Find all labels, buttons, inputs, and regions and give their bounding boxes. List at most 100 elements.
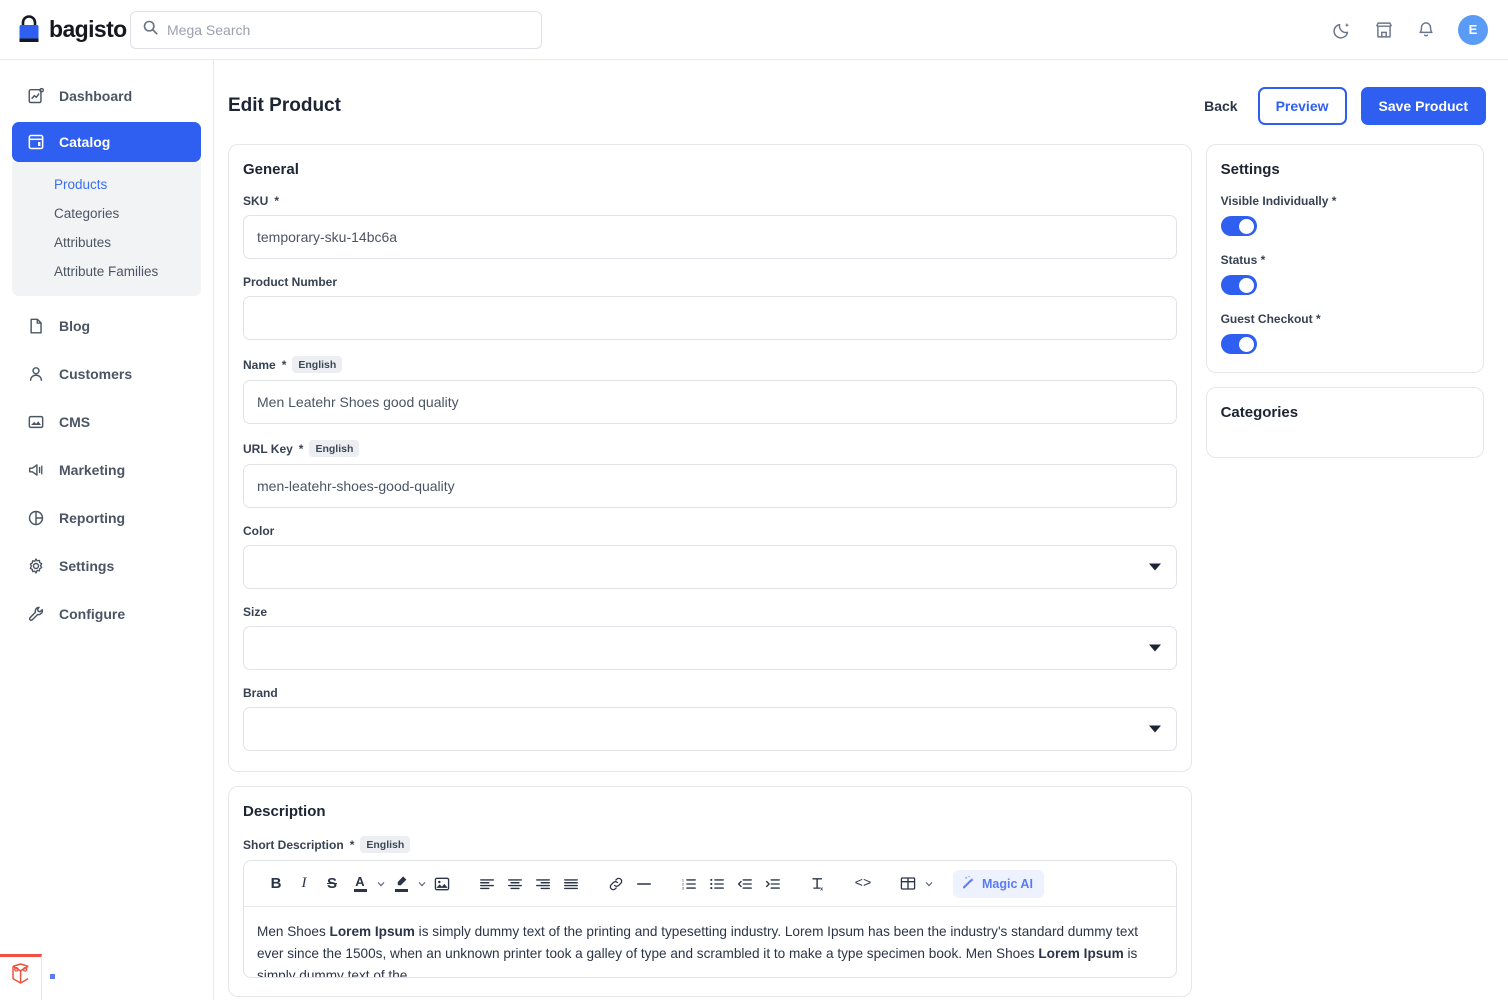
sidebar: Dashboard Catalog Products Categories At… xyxy=(0,60,214,1000)
field-label: SKU * xyxy=(243,194,1177,208)
bell-icon[interactable] xyxy=(1416,20,1436,40)
italic-icon[interactable]: I xyxy=(290,870,318,898)
blog-icon xyxy=(26,317,45,336)
locale-chip: English xyxy=(309,440,360,457)
label-text: SKU xyxy=(243,194,269,208)
url-key-input[interactable] xyxy=(243,464,1177,508)
sidebar-item-products[interactable]: Products xyxy=(12,170,201,199)
preview-button[interactable]: Preview xyxy=(1257,87,1347,125)
catalog-submenu: Products Categories Attributes Attribute… xyxy=(12,162,201,296)
sidebar-item-categories[interactable]: Categories xyxy=(12,199,201,228)
sidebar-item-catalog[interactable]: Catalog xyxy=(12,122,201,162)
field-label: Color xyxy=(243,524,1177,538)
highlight-chevron-down-icon[interactable] xyxy=(415,881,428,887)
sidebar-item-attributes[interactable]: Attributes xyxy=(12,228,201,257)
required-asterisk: * xyxy=(1315,312,1321,326)
strikethrough-icon[interactable]: S xyxy=(318,870,346,898)
toggle-knob xyxy=(1239,218,1255,234)
brand-logo-group[interactable]: bagisto xyxy=(0,14,127,45)
align-right-icon[interactable] xyxy=(529,870,557,898)
name-input[interactable] xyxy=(243,380,1177,424)
code-view-icon[interactable]: <> xyxy=(849,870,877,898)
save-product-button[interactable]: Save Product xyxy=(1360,87,1486,125)
sidebar-item-reporting[interactable]: Reporting xyxy=(12,498,201,538)
highlight-color-icon[interactable] xyxy=(387,870,415,898)
status-toggle[interactable] xyxy=(1220,275,1257,295)
setting-status: Status * xyxy=(1220,253,1469,295)
page-header-actions: Back Preview Save Product xyxy=(1198,87,1486,125)
search-input[interactable] xyxy=(167,21,529,38)
bullet-list-icon[interactable] xyxy=(703,870,731,898)
toggle-knob xyxy=(1239,336,1255,352)
sidebar-item-cms[interactable]: CMS xyxy=(12,402,201,442)
short-description-content[interactable]: Men Shoes Lorem Ipsum is simply dummy te… xyxy=(244,907,1176,977)
insert-table-icon[interactable] xyxy=(894,870,922,898)
top-header: bagisto E xyxy=(0,0,1508,60)
laravel-debugbar[interactable] xyxy=(0,954,42,1000)
sidebar-item-customers[interactable]: Customers xyxy=(12,354,201,394)
guest-checkout-toggle[interactable] xyxy=(1220,334,1257,354)
insert-image-icon[interactable] xyxy=(428,870,456,898)
search-icon xyxy=(143,20,158,40)
label-text: Short Description xyxy=(243,837,344,852)
label-text: Color xyxy=(243,524,275,538)
left-column: General SKU * Product Number xyxy=(228,144,1192,1000)
horizontal-rule-icon[interactable] xyxy=(630,870,658,898)
brand-select-wrap xyxy=(243,707,1177,751)
sidebar-item-label: Catalog xyxy=(59,134,111,150)
moon-icon[interactable] xyxy=(1332,20,1352,40)
align-center-icon[interactable] xyxy=(501,870,529,898)
magic-ai-button[interactable]: Magic AI xyxy=(953,869,1044,898)
label-text: Name xyxy=(243,357,276,372)
sidebar-item-label: Reporting xyxy=(59,510,126,526)
color-select-wrap xyxy=(243,545,1177,589)
sidebar-item-attribute-families[interactable]: Attribute Families xyxy=(12,257,201,286)
store-icon[interactable] xyxy=(1374,20,1394,40)
sidebar-item-configure[interactable]: Configure xyxy=(12,594,201,634)
general-card-title: General xyxy=(243,161,299,178)
insert-link-icon[interactable] xyxy=(602,870,630,898)
required-asterisk: * xyxy=(1331,194,1337,208)
back-button[interactable]: Back xyxy=(1198,90,1243,122)
bold-icon[interactable]: B xyxy=(262,870,290,898)
description-card: Description Short Description * English … xyxy=(228,786,1192,997)
align-left-icon[interactable] xyxy=(473,870,501,898)
product-number-input[interactable] xyxy=(243,296,1177,340)
settings-gear-icon xyxy=(26,557,45,576)
field-label: URL Key * English xyxy=(243,440,1177,457)
indent-icon[interactable] xyxy=(759,870,787,898)
sidebar-item-label: Configure xyxy=(59,606,126,622)
field-color: Color xyxy=(243,524,1177,589)
color-select[interactable] xyxy=(243,545,1177,589)
sidebar-item-dashboard[interactable]: Dashboard xyxy=(12,76,201,116)
ordered-list-icon[interactable]: 1 2 3 xyxy=(675,870,703,898)
clear-format-icon[interactable]: x xyxy=(804,870,832,898)
brand-name: bagisto xyxy=(49,16,127,42)
sku-input[interactable] xyxy=(243,215,1177,259)
setting-label: Visible Individually * xyxy=(1221,194,1469,208)
required-asterisk: * xyxy=(349,837,355,852)
outdent-icon[interactable] xyxy=(731,870,759,898)
align-justify-icon[interactable] xyxy=(557,870,585,898)
visible-individually-toggle[interactable] xyxy=(1220,216,1257,236)
marketing-icon xyxy=(26,461,45,480)
desc-text-4: Lorem Ipsum xyxy=(1038,946,1124,962)
table-chevron-down-icon[interactable] xyxy=(922,881,935,887)
setting-guest-checkout: Guest Checkout * xyxy=(1220,312,1469,354)
header-actions: E xyxy=(1332,14,1508,45)
label-text: Brand xyxy=(243,686,278,700)
sidebar-item-marketing[interactable]: Marketing xyxy=(12,450,201,490)
sidebar-item-blog[interactable]: Blog xyxy=(12,306,201,346)
required-asterisk: * xyxy=(298,441,304,456)
size-select[interactable] xyxy=(243,626,1177,670)
text-color-chevron-down-icon[interactable] xyxy=(374,881,387,887)
mega-search-box[interactable] xyxy=(130,10,542,49)
dashboard-icon xyxy=(26,87,45,106)
text-color-icon[interactable]: A xyxy=(346,870,374,898)
brand-select[interactable] xyxy=(243,707,1177,751)
configure-wrench-icon xyxy=(26,605,45,624)
avatar[interactable]: E xyxy=(1458,14,1488,45)
field-brand: Brand xyxy=(243,686,1177,751)
sidebar-item-settings[interactable]: Settings xyxy=(12,546,201,586)
magic-wand-icon xyxy=(961,875,976,893)
